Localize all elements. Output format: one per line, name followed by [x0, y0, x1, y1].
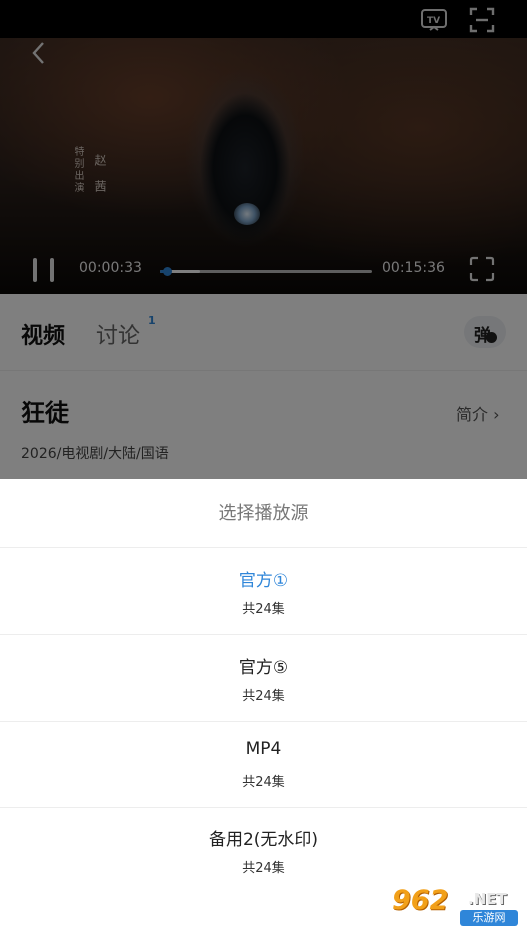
source-option-name: 备用2(无水印): [208, 830, 319, 850]
source-option[interactable]: 官方⑤ 共24集: [0, 635, 527, 722]
source-option[interactable]: MP4 共24集: [0, 721, 527, 808]
source-option-name: MP4: [245, 739, 282, 759]
source-option-count: 共24集: [242, 602, 285, 617]
site-watermark: 962 .NET 乐游网: [388, 885, 522, 929]
source-option-count: 共24集: [242, 689, 285, 704]
source-option-count: 共24集: [242, 775, 285, 790]
source-option-count: 共24集: [242, 861, 285, 876]
modal-backdrop[interactable]: [0, 0, 527, 479]
source-picker-sheet: 选择播放源 官方① 共24集 官方⑤ 共24集 MP4 共24集 备用2(无水印…: [0, 479, 527, 936]
source-option-name: 官方①: [238, 571, 289, 591]
sheet-title: 选择播放源: [0, 479, 527, 548]
source-option[interactable]: 备用2(无水印) 共24集: [0, 807, 527, 893]
source-option-name: 官方⑤: [238, 658, 289, 678]
watermark-sub: 乐游网: [460, 910, 518, 926]
watermark-suffix: .NET: [468, 890, 507, 908]
source-option[interactable]: 官方① 共24集: [0, 548, 527, 635]
watermark-main: 962: [392, 885, 449, 916]
